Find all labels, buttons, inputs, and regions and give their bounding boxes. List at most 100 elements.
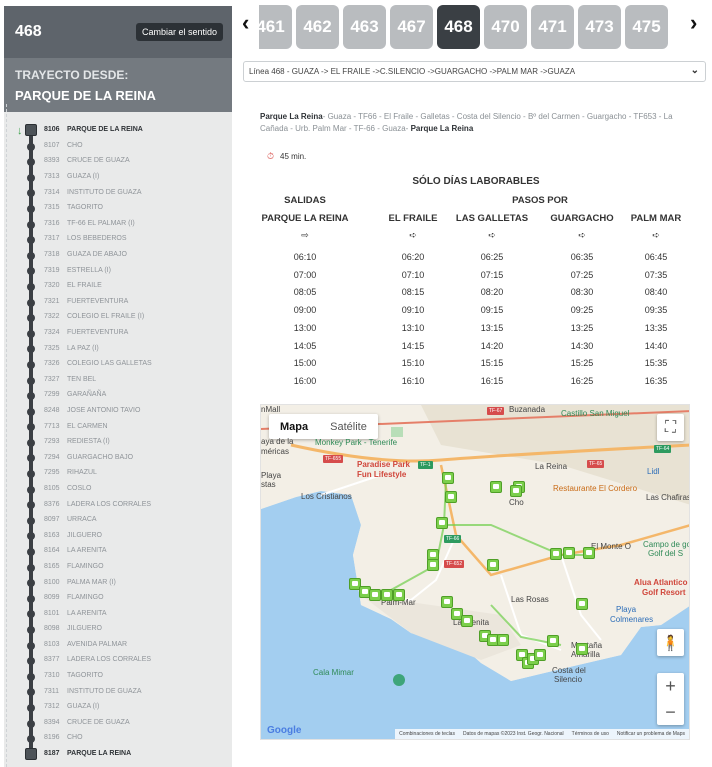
stop-item[interactable]: 8393 CRUCE DE GUAZA xyxy=(4,153,232,169)
line-tab-471[interactable]: 471 xyxy=(531,5,574,49)
stop-item[interactable]: 7327 TEN BEL xyxy=(4,372,232,388)
stop-code: 7322 xyxy=(44,313,60,321)
bus-stop-marker-icon[interactable] xyxy=(497,634,509,646)
zoom-out-button[interactable]: − xyxy=(657,699,684,725)
stop-item[interactable]: 8100 PALMA MAR (I) xyxy=(4,574,232,590)
stop-item[interactable]: 8103 AVENIDA PALMAR xyxy=(4,637,232,653)
bus-stop-marker-icon[interactable] xyxy=(563,547,575,559)
stop-name: GUARGACHO BAJO xyxy=(67,453,134,461)
stop-name: TAGORITO xyxy=(67,672,103,680)
stop-item[interactable]: 8248 JOSE ANTONIO TAVIO xyxy=(4,403,232,419)
stop-dot-icon xyxy=(25,124,37,136)
route-select[interactable]: Línea 468 - GUAZA -> EL FRAILE ->C.SILEN… xyxy=(243,61,706,82)
stop-item[interactable]: 8105 COSLO xyxy=(4,481,232,497)
stop-item[interactable]: 7312 GUAZA (I) xyxy=(4,699,232,715)
bus-stop-marker-icon[interactable] xyxy=(381,589,393,601)
stop-item[interactable]: 8377 LADERA LOS CORRALES xyxy=(4,652,232,668)
route-map[interactable]: Mapa Satélite ⛶ TF-67 TF-655 TF-1 TF-66 … xyxy=(260,404,690,740)
stop-code: 8098 xyxy=(44,625,60,633)
line-tab-461[interactable]: 461 xyxy=(259,5,292,49)
stop-item[interactable]: 7324 FUERTEVENTURA xyxy=(4,325,232,341)
stop-item[interactable]: 7293 REDIESTA (I) xyxy=(4,434,232,450)
bus-stop-marker-icon[interactable] xyxy=(576,643,588,655)
stop-item[interactable]: 8187 PARQUE LA REINA xyxy=(4,746,232,762)
stop-dot-icon xyxy=(27,672,35,681)
stop-item[interactable]: 8101 LA ARENITA xyxy=(4,605,232,621)
stop-dot-icon xyxy=(27,470,35,479)
stop-item[interactable]: 7325 LA PAZ (I) xyxy=(4,340,232,356)
stop-item[interactable]: 7316 TF-66 EL PALMAR (I) xyxy=(4,216,232,232)
map-tab-satellite[interactable]: Satélite xyxy=(319,414,378,439)
map-footer-link[interactable]: Términos de uso xyxy=(572,731,609,737)
stop-item[interactable]: 7320 EL FRAILE xyxy=(4,278,232,294)
map-footer-link[interactable]: Notificar un problema de Maps xyxy=(617,731,685,737)
stop-item[interactable]: 7315 TAGORITO xyxy=(4,200,232,216)
stop-name: CRUCE DE GUAZA xyxy=(67,157,130,165)
stop-item[interactable]: 8376 LADERA LOS CORRALES xyxy=(4,496,232,512)
line-tab-462[interactable]: 462 xyxy=(296,5,339,49)
stop-item[interactable]: 7313 GUAZA (I) xyxy=(4,169,232,185)
google-logo: Google xyxy=(267,725,302,736)
bus-stop-marker-icon[interactable] xyxy=(461,615,473,627)
line-tab-470[interactable]: 470 xyxy=(484,5,527,49)
line-tab-473[interactable]: 473 xyxy=(578,5,621,49)
stop-item[interactable]: 7311 INSTITUTO DE GUAZA xyxy=(4,683,232,699)
stop-item[interactable]: 7310 TAGORITO xyxy=(4,668,232,684)
stop-item[interactable]: 8394 CRUCE DE GUAZA xyxy=(4,715,232,731)
bus-stop-marker-icon[interactable] xyxy=(436,517,448,529)
stop-item[interactable]: 7319 ESTRELLA (I) xyxy=(4,262,232,278)
line-tab-468[interactable]: 468 xyxy=(437,5,480,49)
switch-direction-button[interactable]: Cambiar el sentido xyxy=(135,23,223,41)
zoom-in-button[interactable]: + xyxy=(657,673,684,699)
bus-stop-marker-icon[interactable] xyxy=(550,548,562,560)
stop-item[interactable]: 7713 EL CARMEN xyxy=(4,418,232,434)
stop-item[interactable]: 7295 RIHAZUL xyxy=(4,465,232,481)
prev-lines-arrow-icon[interactable]: ‹ xyxy=(242,10,249,36)
stop-item[interactable]: 7318 GUAZA DE ABAJO xyxy=(4,247,232,263)
stop-item[interactable]: 7294 GUARGACHO BAJO xyxy=(4,449,232,465)
stop-item[interactable]: 8163 JILGUERO xyxy=(4,527,232,543)
bus-stop-marker-icon[interactable] xyxy=(427,559,439,571)
street-view-pegman-icon[interactable]: 🧍 xyxy=(657,629,684,656)
bus-stop-marker-icon[interactable] xyxy=(583,547,595,559)
bus-stop-marker-icon[interactable] xyxy=(487,559,499,571)
stop-item[interactable]: 7326 COLEGIO LAS GALLETAS xyxy=(4,356,232,372)
map-footer-link[interactable]: Datos de mapas ©2023 Inst. Geogr. Nacion… xyxy=(463,731,564,737)
fullscreen-icon[interactable]: ⛶ xyxy=(657,414,684,441)
bus-stop-marker-icon[interactable] xyxy=(576,598,588,610)
bus-stop-marker-icon[interactable] xyxy=(534,649,546,661)
map-footer-link[interactable]: Combinaciones de teclas xyxy=(399,731,455,737)
stop-dot-icon xyxy=(27,516,35,525)
stop-item[interactable]: 8106 PARQUE DE LA REINA xyxy=(4,122,232,138)
bus-stop-marker-icon[interactable] xyxy=(442,472,454,484)
bus-stop-marker-icon[interactable] xyxy=(547,635,559,647)
bus-stop-marker-icon[interactable] xyxy=(369,589,381,601)
stop-dot-icon xyxy=(27,220,35,229)
stop-item[interactable]: 7317 LOS BEBEDEROS xyxy=(4,231,232,247)
stop-dot-icon xyxy=(27,407,35,416)
bus-stop-marker-icon[interactable] xyxy=(393,589,405,601)
line-tab-463[interactable]: 463 xyxy=(343,5,386,49)
line-tab-475[interactable]: 475 xyxy=(625,5,668,49)
stop-item[interactable]: 8107 CHO xyxy=(4,138,232,154)
next-lines-arrow-icon[interactable]: › xyxy=(690,10,697,36)
stop-item[interactable]: 8165 FLAMINGO xyxy=(4,559,232,575)
bus-stop-marker-icon[interactable] xyxy=(441,596,453,608)
bus-stop-marker-icon[interactable] xyxy=(445,491,457,503)
time-cell: 08:05 xyxy=(293,287,317,298)
bus-stop-marker-icon[interactable] xyxy=(490,481,502,493)
stop-item[interactable]: 8164 LA ARENITA xyxy=(4,543,232,559)
stop-item[interactable]: 7322 COLEGIO EL FRAILE (I) xyxy=(4,309,232,325)
stop-dot-icon xyxy=(25,747,37,760)
map-tab-map[interactable]: Mapa xyxy=(269,414,319,439)
stop-item[interactable]: 8098 JILGUERO xyxy=(4,621,232,637)
stop-item[interactable]: 7321 FUERTEVENTURA xyxy=(4,294,232,310)
stop-item[interactable]: 8097 URRACA xyxy=(4,512,232,528)
stop-item[interactable]: 8196 CHO xyxy=(4,730,232,746)
stop-item[interactable]: 7299 GARAÑAÑA xyxy=(4,387,232,403)
line-tab-467[interactable]: 467 xyxy=(390,5,433,49)
stop-name: TAGORITO xyxy=(67,204,103,212)
bus-stop-marker-icon[interactable] xyxy=(510,485,522,497)
stop-item[interactable]: 8099 FLAMINGO xyxy=(4,590,232,606)
stop-item[interactable]: 7314 INSTITUTO DE GUAZA xyxy=(4,184,232,200)
